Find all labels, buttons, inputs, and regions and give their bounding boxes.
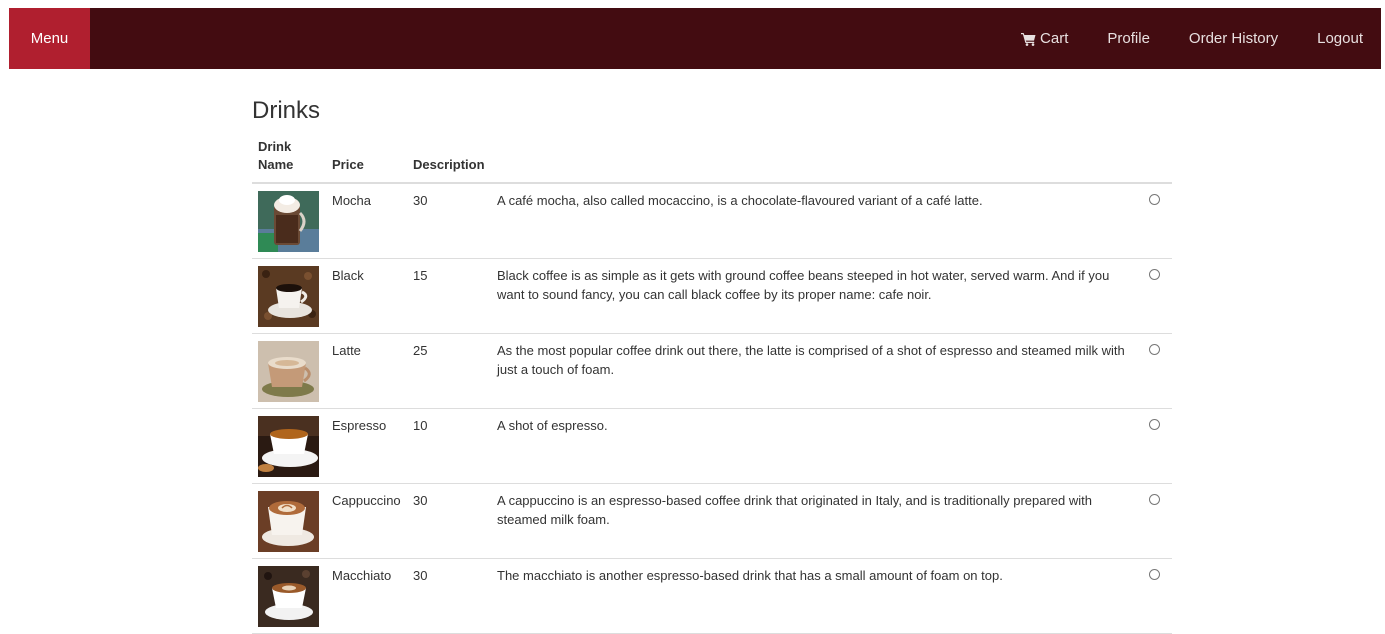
nav-links: Cart Profile Order History Logout (1000, 8, 1381, 69)
table-row[interactable]: Espresso 10 A shot of espresso. (252, 408, 1172, 484)
main-content: Drinks Drink Name Price Description Moch… (252, 93, 1172, 634)
drink-name: Black (326, 258, 407, 334)
cart-link-label: Cart (1040, 30, 1069, 47)
header-select (1140, 138, 1172, 184)
table-row[interactable]: Mocha 30 A café mocha, also called mocac… (252, 183, 1172, 259)
table-row[interactable]: Cappuccino 30 A cappuccino is an espress… (252, 483, 1172, 559)
header-description: Description (407, 138, 491, 184)
drink-price: 10 (407, 408, 491, 484)
header-price: Price (326, 138, 407, 184)
menu-brand-link[interactable]: Menu (9, 8, 90, 69)
espresso-photo-icon (258, 416, 319, 477)
drink-name: Latte (326, 333, 407, 409)
page-title: Drinks (252, 97, 321, 124)
logout-link[interactable]: Logout (1296, 8, 1381, 69)
cart-icon (1021, 32, 1036, 46)
drink-price: 30 (407, 558, 491, 634)
drink-price: 30 (407, 483, 491, 559)
drink-description: As the most popular coffee drink out the… (491, 333, 1140, 409)
black-coffee-photo-icon (258, 266, 319, 327)
order-history-link[interactable]: Order History (1168, 8, 1296, 69)
drink-description: A cappuccino is an espresso-based coffee… (491, 483, 1140, 559)
select-radio[interactable] (1149, 194, 1160, 205)
drinks-table: Drink Name Price Description Mocha 30 A … (252, 138, 1172, 634)
select-radio[interactable] (1149, 569, 1160, 580)
cappuccino-photo-icon (258, 491, 319, 552)
select-radio[interactable] (1149, 344, 1160, 355)
profile-link[interactable]: Profile (1086, 8, 1168, 69)
drink-description: The macchiato is another espresso-based … (491, 558, 1140, 634)
select-radio[interactable] (1149, 494, 1160, 505)
top-navbar: Menu Cart Profile Order History Logout (9, 8, 1381, 69)
drink-name: Espresso (326, 408, 407, 484)
drink-description: A café mocha, also called mocaccino, is … (491, 183, 1140, 259)
header-drink-name: Drink Name (252, 138, 326, 184)
table-header-row: Drink Name Price Description (252, 138, 1172, 184)
drink-price: 30 (407, 183, 491, 259)
select-radio[interactable] (1149, 419, 1160, 430)
cart-link[interactable]: Cart (1000, 8, 1086, 69)
drink-name: Cappuccino (326, 483, 407, 559)
macchiato-photo-icon (258, 566, 319, 627)
mocha-photo-icon (258, 191, 319, 252)
header-empty (491, 138, 1140, 184)
table-row[interactable]: Macchiato 30 The macchiato is another es… (252, 558, 1172, 634)
drink-name: Mocha (326, 183, 407, 259)
drink-price: 15 (407, 258, 491, 334)
latte-photo-icon (258, 341, 319, 402)
table-row[interactable]: Latte 25 As the most popular coffee drin… (252, 333, 1172, 409)
drink-description: Black coffee is as simple as it gets wit… (491, 258, 1140, 334)
table-row[interactable]: Black 15 Black coffee is as simple as it… (252, 258, 1172, 334)
drink-price: 25 (407, 333, 491, 409)
select-radio[interactable] (1149, 269, 1160, 280)
drink-name: Macchiato (326, 558, 407, 634)
drink-description: A shot of espresso. (491, 408, 1140, 484)
